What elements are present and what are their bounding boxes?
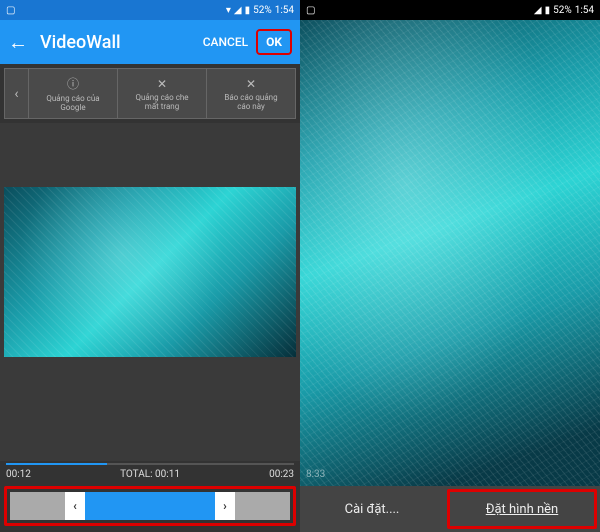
clock: 1:54 [575, 5, 594, 16]
time-total: TOTAL: 00:11 [31, 469, 269, 480]
battery-percent: 52% [553, 5, 572, 16]
ad-label: mất trang [145, 102, 179, 111]
timeline: 00:12 TOTAL: 00:11 00:23 [0, 461, 300, 484]
status-bar: ▢ ▾ ◢ ▮ 52% 1:54 [0, 0, 300, 20]
left-screen: ▢ ▾ ◢ ▮ 52% 1:54 ← VideoWall CANCEL OK ‹… [0, 0, 300, 532]
time-start: 00:12 [6, 469, 31, 480]
ad-label: Quảng cáo che [135, 93, 188, 102]
trim-track-before [10, 492, 65, 520]
signal-icon: ◢ [534, 5, 542, 16]
trim-slider: ‹ › [4, 486, 296, 526]
trim-handle-left[interactable]: ‹ [65, 492, 85, 520]
close-icon: ✕ [246, 77, 256, 91]
settings-button[interactable]: Cài đặt.... [300, 486, 444, 532]
ad-label: cáo này [237, 102, 265, 111]
back-button[interactable]: ← [8, 30, 28, 55]
app-title: VideoWall [40, 32, 203, 53]
cancel-button[interactable]: CANCEL [203, 35, 248, 49]
ad-option-google[interactable]: ⓘ Quảng cáo của Google [29, 69, 118, 118]
app-bar: ← VideoWall CANCEL OK [0, 20, 300, 64]
trim-track-after [235, 492, 290, 520]
bottom-bar: Cài đặt.... Đặt hình nền [300, 486, 600, 532]
wallpaper-preview[interactable]: 8:33 [300, 20, 600, 486]
picture-icon: ▢ [306, 5, 315, 16]
trim-range[interactable] [85, 492, 215, 520]
ad-label: Google [60, 103, 85, 112]
ad-option-report[interactable]: ✕ Báo cáo quảng cáo này [207, 69, 295, 118]
ad-label: Báo cáo quảng [224, 93, 277, 102]
progress-bar[interactable] [6, 463, 294, 465]
time-end: 00:23 [269, 469, 294, 480]
trim-handle-right[interactable]: › [215, 492, 235, 520]
right-screen: ▢ ◢ ▮ 52% 1:54 8:33 Cài đặt.... Đặt hình… [300, 0, 600, 532]
battery-percent: 52% [253, 5, 272, 16]
video-timestamp: 8:33 [306, 469, 325, 480]
ad-banner: ‹ ⓘ Quảng cáo của Google ✕ Quảng cáo che… [4, 68, 296, 119]
info-icon: ⓘ [67, 75, 79, 92]
ad-prev-button[interactable]: ‹ [5, 69, 29, 118]
video-area [0, 123, 300, 461]
wifi-icon: ▾ [226, 5, 231, 16]
battery-icon: ▮ [545, 5, 551, 16]
set-wallpaper-button[interactable]: Đặt hình nền [447, 489, 597, 529]
close-icon: ✕ [157, 77, 167, 91]
signal-icon: ◢ [234, 5, 242, 16]
ad-label: Quảng cáo của [46, 94, 99, 103]
ad-option-covering[interactable]: ✕ Quảng cáo che mất trang [118, 69, 207, 118]
status-bar: ▢ ◢ ▮ 52% 1:54 [300, 0, 600, 20]
ok-button[interactable]: OK [256, 29, 292, 55]
video-preview[interactable] [4, 187, 296, 357]
picture-icon: ▢ [6, 5, 15, 16]
battery-icon: ▮ [245, 5, 251, 16]
clock: 1:54 [275, 5, 294, 16]
